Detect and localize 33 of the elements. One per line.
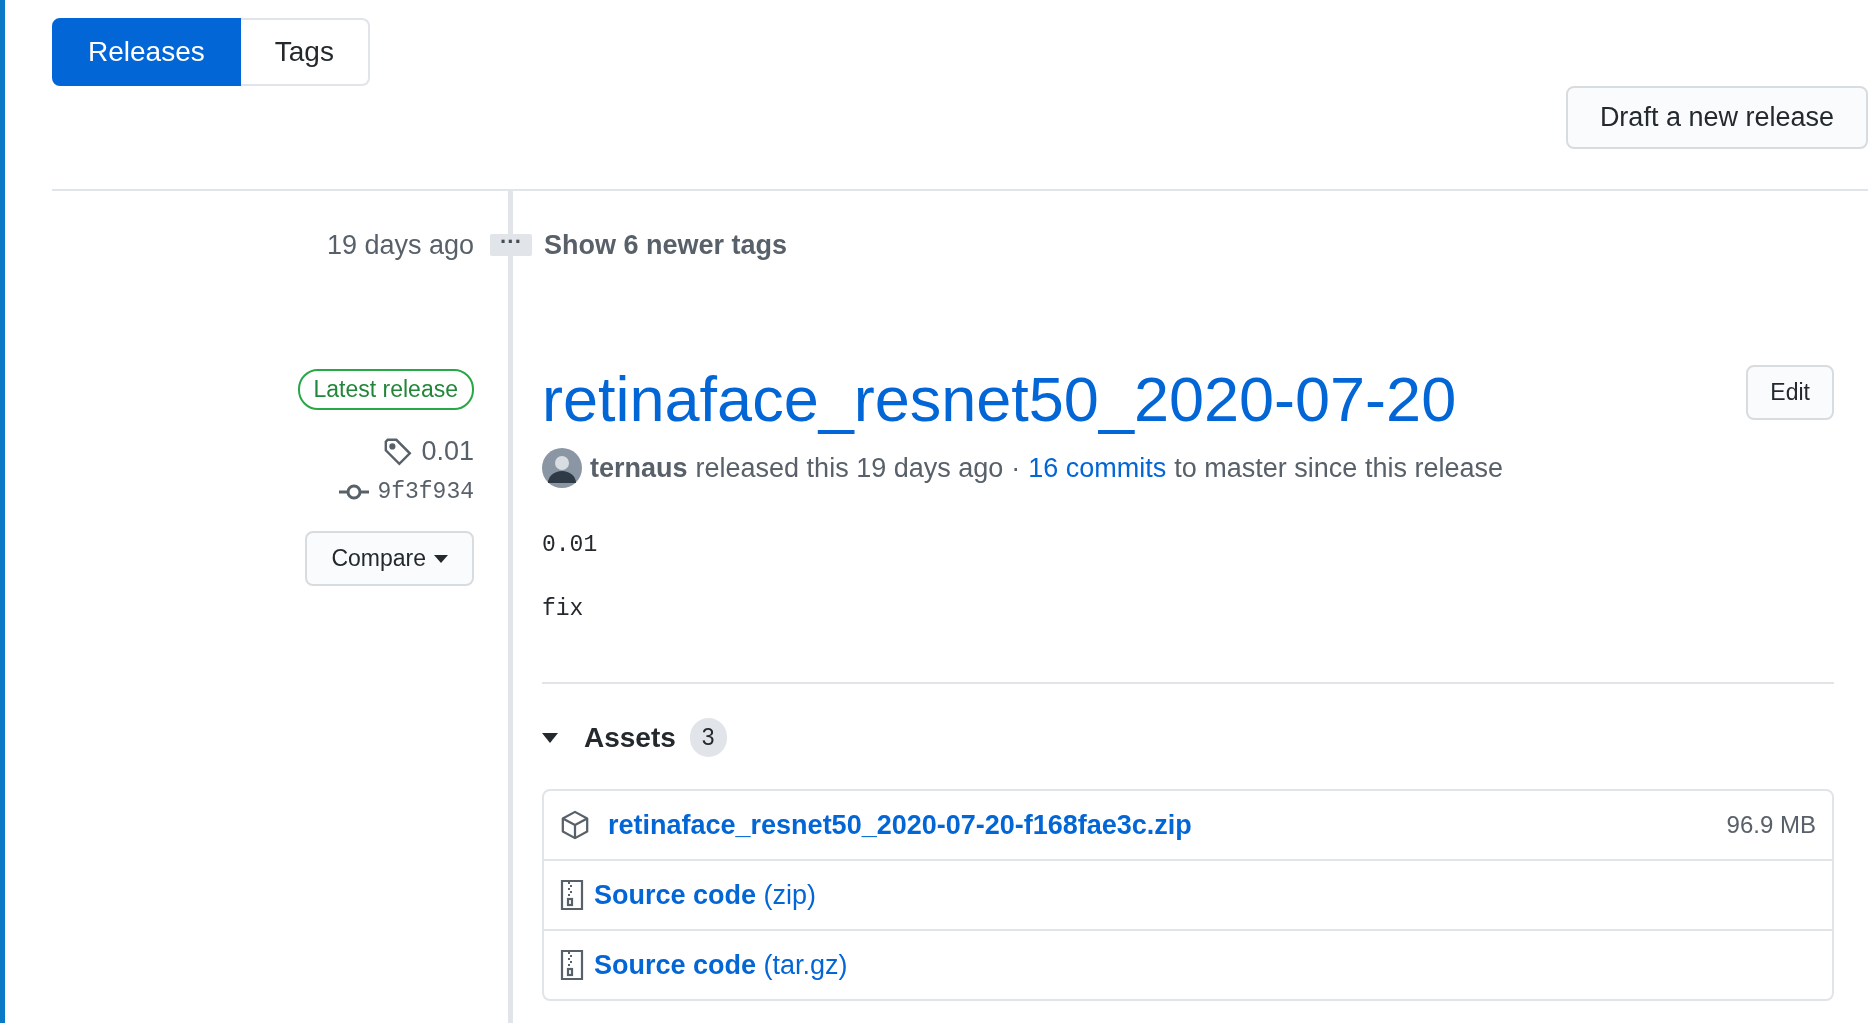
- release-title[interactable]: retinaface_resnet50_2020-07-20: [542, 365, 1457, 435]
- tab[interactable]: Tags: [240, 18, 370, 86]
- asset-size: 96.9 MB: [1726, 811, 1816, 840]
- newer-tags-link[interactable]: Show 6 newer tags: [544, 229, 788, 261]
- release-note: 0.01: [542, 532, 599, 559]
- release-time: 19 days ago: [326, 228, 474, 262]
- author-link[interactable]: ternaus: [590, 452, 688, 484]
- caret-icon[interactable]: [542, 732, 558, 743]
- source-code-link[interactable]: Source code (tar.gz): [594, 949, 848, 981]
- tag-link[interactable]: 0.01: [421, 436, 474, 467]
- commits-link[interactable]: 16 commits: [1028, 452, 1167, 484]
- latest-release-badge: Latest release: [297, 369, 474, 410]
- release-note: fix: [542, 596, 585, 623]
- asset-count: 3: [689, 718, 727, 758]
- commits-text: to master since this release: [1174, 452, 1503, 484]
- tag-icon: [383, 436, 414, 467]
- zip-file-icon: [560, 879, 584, 912]
- commit-icon: [339, 482, 370, 502]
- package-icon: [560, 810, 590, 841]
- avatar: [542, 448, 582, 489]
- commit-link[interactable]: 9f3f934: [377, 479, 474, 505]
- release-info: released this 19 days ago: [695, 452, 1004, 484]
- draft-release-button[interactable]: Draft a new release: [1565, 86, 1868, 149]
- caret-icon: [434, 554, 448, 563]
- edit-button[interactable]: Edit: [1746, 365, 1834, 420]
- source-code-link[interactable]: Source code (zip): [594, 879, 817, 911]
- assets-heading: Assets: [584, 721, 676, 754]
- zip-file-icon: [560, 949, 584, 982]
- compare-button[interactable]: Compare: [305, 531, 474, 586]
- tab[interactable]: Releases: [52, 18, 241, 86]
- ellipsis-button[interactable]: ···: [490, 234, 532, 256]
- asset-link[interactable]: retinaface_resnet50_2020-07-20-f168fae3c.zip: [608, 809, 1192, 841]
- separator: ·: [1011, 452, 1021, 484]
